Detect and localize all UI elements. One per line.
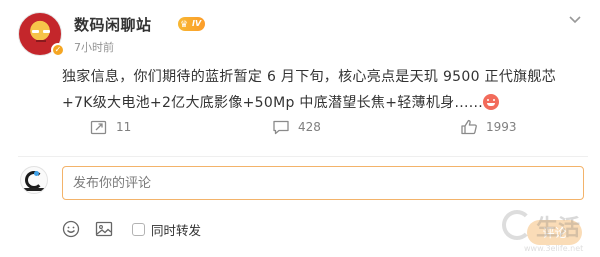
author-username[interactable]: 数码闲聊站 [74,14,152,35]
repost-icon [90,120,107,135]
image-upload-button[interactable] [95,219,113,239]
post-header: ✓ 数码闲聊站 ♛ IV 7小时前 [18,12,588,57]
comment-count: 428 [298,120,321,134]
chevron-down-icon[interactable] [568,14,582,28]
image-icon [95,221,113,237]
smiley-icon [62,220,80,238]
crown-icon: ♛ [180,20,189,30]
watermark-url: www.3elife.net [524,244,584,253]
like-button[interactable]: 1993 [460,116,517,138]
comment-input[interactable] [62,166,584,200]
checkbox-icon[interactable] [132,222,145,236]
also-repost-checkbox[interactable]: 同时转发 [132,219,201,239]
repost-count: 11 [116,120,132,134]
post-action-bar: 11 428 1993 [90,116,560,138]
post-timestamp[interactable]: 7小时前 [74,39,114,55]
emoji-button[interactable] [62,219,80,239]
divider [18,156,588,157]
comment-toolbar: 同时转发 [62,219,362,239]
thumbs-up-icon [461,119,477,135]
comment-button[interactable]: 428 [272,116,321,138]
comment-icon [273,120,289,135]
verified-badge-icon: ✓ [51,43,65,57]
repost-button[interactable]: 11 [90,116,131,138]
post-text: 独家信息，你们期待的蓝折暂定 6 月下旬，核心亮点是天玑 9500 正代旗舰芯+… [62,69,557,111]
also-repost-label: 同时转发 [151,222,202,238]
current-user-avatar[interactable] [20,166,48,194]
submit-comment-button[interactable]: 评论 [527,220,582,245]
user-level-badge: ♛ IV [178,17,206,31]
laughing-face-emoji-icon [482,94,499,110]
user-level-label: IV [192,19,202,28]
like-count: 1993 [486,120,517,134]
post-content: 独家信息，你们期待的蓝折暂定 6 月下旬，核心亮点是天玑 9500 正代旗舰芯+… [62,64,582,116]
